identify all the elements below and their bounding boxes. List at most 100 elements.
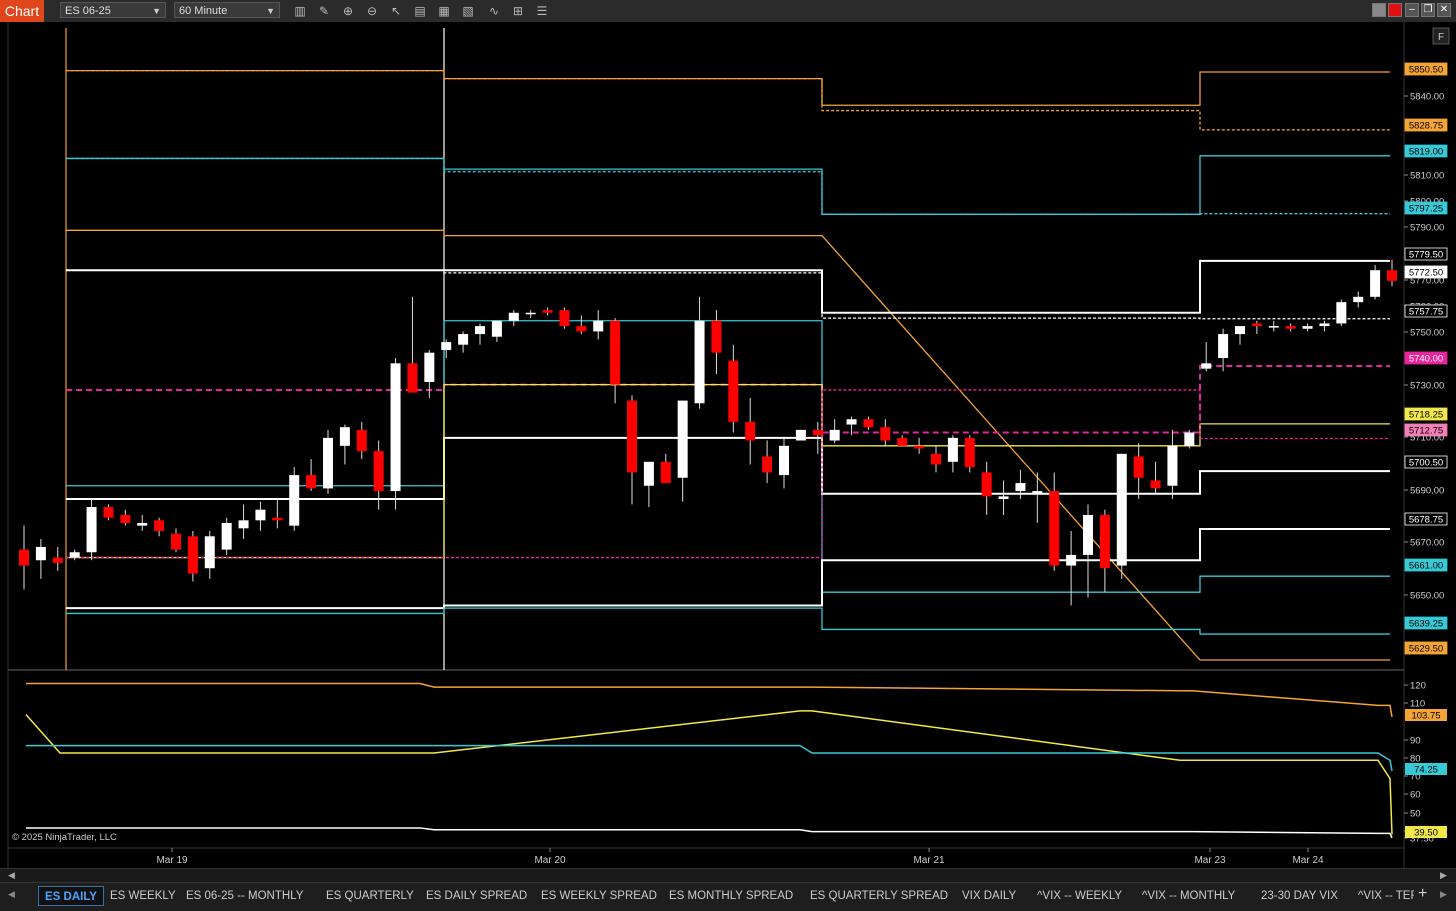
tab-es-daily[interactable]: ES DAILY: [38, 886, 104, 906]
tab-vix-daily[interactable]: VIX DAILY: [962, 886, 1016, 906]
zoom-out-icon[interactable]: ⊖: [364, 3, 380, 19]
candle-body: [1032, 491, 1043, 494]
price-marker-label: 5797.25: [1409, 204, 1443, 215]
price-tick-label: 5730.00: [1410, 381, 1444, 392]
properties-icon[interactable]: ▦: [436, 3, 452, 19]
bar-type-icon[interactable]: ▥: [292, 3, 308, 19]
candle-body: [1285, 326, 1296, 329]
tab-es-daily-spread[interactable]: ES DAILY SPREAD: [426, 886, 527, 906]
lower-marker-label: 103.75: [1411, 711, 1440, 722]
scroll-right-icon[interactable]: ▶: [1440, 870, 1447, 881]
candle-body: [981, 472, 992, 497]
interval-selector[interactable]: 60 Minute ▼: [174, 2, 280, 18]
candle-body: [728, 360, 739, 422]
add-tab-icon[interactable]: +: [1418, 885, 1427, 903]
zoom-in-icon[interactable]: ⊕: [340, 3, 356, 19]
instrument-value: ES 06-25: [65, 5, 111, 17]
interval-value: 60 Minute: [179, 5, 228, 17]
pointer-icon[interactable]: ↖: [388, 3, 404, 19]
candle-body: [694, 320, 705, 404]
tab-vix-weekly[interactable]: ^VIX -- WEEKLY: [1037, 886, 1122, 906]
candle-body: [289, 475, 300, 526]
chevron-down-icon: ▼: [266, 6, 275, 16]
candle-body: [86, 507, 97, 553]
price-tick-label: 5750.00: [1410, 328, 1444, 339]
candle-body: [19, 549, 29, 566]
instrument-selector[interactable]: ES 06-25 ▼: [60, 2, 166, 18]
candle-body: [964, 437, 975, 468]
tab-scroll-left-icon[interactable]: ◀: [8, 889, 15, 900]
link-red-icon[interactable]: [1388, 3, 1402, 17]
candle-body: [627, 400, 637, 473]
price-marker-label: 5850.50: [1409, 65, 1443, 76]
candle-body: [475, 326, 485, 335]
candle-body: [69, 552, 80, 558]
tab-vix-term[interactable]: ^VIX -- TER: [1358, 886, 1414, 906]
candle-body: [1370, 270, 1381, 297]
candle-body: [1167, 445, 1178, 486]
tab-23-30-day-vix[interactable]: 23-30 DAY VIX: [1261, 886, 1338, 906]
indicators-icon[interactable]: ⊞: [510, 3, 526, 19]
maximize-icon[interactable]: ❐: [1421, 3, 1435, 17]
time-tick-label: Mar 23: [1194, 855, 1226, 866]
data-box-icon[interactable]: ▤: [412, 3, 428, 19]
tab-es-quarterly[interactable]: ES QUARTERLY: [326, 886, 414, 906]
horizontal-scrollbar[interactable]: ◀ ▶: [0, 868, 1456, 883]
candle-body: [1218, 334, 1229, 359]
candle-body: [137, 522, 148, 526]
minimize-icon[interactable]: –: [1405, 3, 1419, 17]
chart-canvas[interactable]: F 5840.005810.005800.005790.005770.00576…: [0, 22, 1456, 868]
price-tick-label: 5670.00: [1410, 538, 1444, 549]
price-marker-label: 5757.75: [1409, 307, 1443, 318]
price-marker-label: 5740.00: [1409, 354, 1443, 365]
price-tick-label: 5690.00: [1410, 486, 1444, 497]
candle-body: [762, 456, 773, 473]
tab-es-quarterly-spread[interactable]: ES QUARTERLY SPREAD: [810, 886, 948, 906]
candle-body: [542, 310, 553, 313]
candle-body: [187, 536, 198, 574]
candle-body: [458, 334, 469, 345]
price-marker-label: 5819.00: [1409, 147, 1443, 158]
close-icon[interactable]: ✕: [1437, 3, 1451, 17]
candle-body: [660, 461, 671, 484]
candle-body: [103, 507, 114, 518]
price-axis: 5840.005810.005800.005790.005770.005760.…: [1404, 62, 1448, 655]
candle-body: [610, 320, 621, 385]
lower-tick-label: 80: [1410, 754, 1421, 765]
tab-es-weekly[interactable]: ES WEEKLY: [110, 886, 176, 906]
chart-toolbar: Chart ES 06-25 ▼ 60 Minute ▼ ▥ ✎ ⊕ ⊖ ↖ ▤…: [0, 0, 1456, 23]
strategy-icon[interactable]: ∿: [486, 3, 502, 19]
scroll-left-icon[interactable]: ◀: [8, 870, 15, 881]
tab-scroll-right-icon[interactable]: ▶: [1440, 889, 1447, 900]
candle-body: [35, 546, 46, 561]
pencil-icon[interactable]: ✎: [316, 3, 332, 19]
price-marker-label: 5629.50: [1409, 644, 1443, 655]
list-icon[interactable]: ☰: [534, 3, 550, 19]
candle-body: [1387, 270, 1397, 281]
price-marker-label: 5828.75: [1409, 121, 1443, 132]
candle-body: [120, 515, 131, 523]
candle-body: [998, 496, 1009, 500]
price-tick-label: 5810.00: [1410, 171, 1444, 182]
candle-body: [323, 437, 333, 489]
price-tick-label: 5840.00: [1410, 92, 1444, 103]
lower-tick-label: 110: [1410, 699, 1425, 710]
chart-trader-icon[interactable]: ▧: [460, 3, 476, 19]
candle-body: [593, 320, 604, 332]
chart-window-tab[interactable]: Chart: [0, 0, 44, 22]
tab-es-weekly-spread[interactable]: ES WEEKLY SPREAD: [541, 886, 657, 906]
tab-es-monthly[interactable]: ES 06-25 -- MONTHLY: [186, 886, 303, 906]
link-color-icon[interactable]: [1372, 3, 1386, 17]
candle-body: [880, 427, 891, 441]
candle-body: [525, 312, 536, 315]
lower-tick-label: 50: [1410, 809, 1421, 820]
candle-body: [795, 429, 806, 441]
tab-vix-monthly[interactable]: ^VIX -- MONTHLY: [1142, 886, 1235, 906]
candle-body: [154, 520, 165, 531]
price-marker-label: 5718.25: [1409, 410, 1443, 421]
candle-body: [221, 522, 232, 550]
candle-body: [1150, 480, 1161, 489]
tab-es-monthly-spread[interactable]: ES MONTHLY SPREAD: [669, 886, 793, 906]
candle-body: [407, 363, 418, 393]
chevron-down-icon: ▼: [152, 6, 161, 16]
